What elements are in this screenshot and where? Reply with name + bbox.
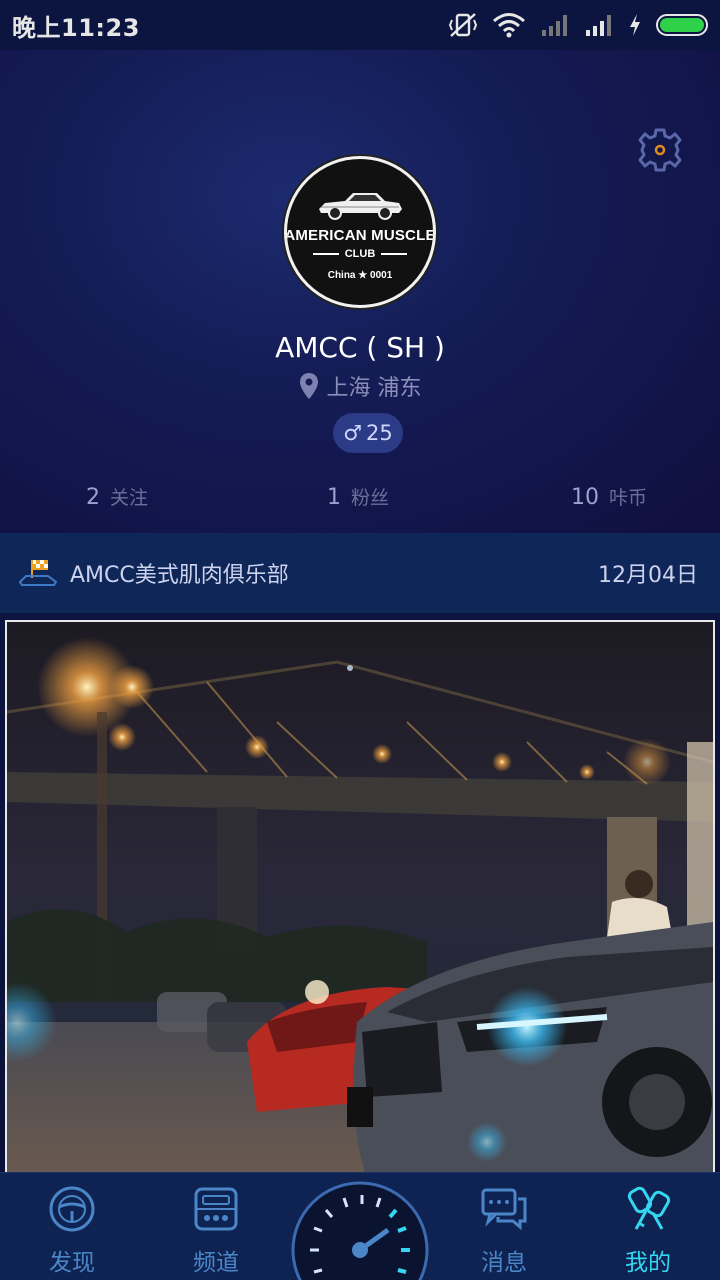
divider: [381, 253, 408, 255]
club-post-header[interactable]: AMCC美式肌肉俱乐部 12月04日: [0, 533, 720, 613]
location: 上海 浦东: [0, 370, 720, 402]
username: AMCC ( SH ): [275, 331, 445, 364]
radio-channel-icon: [194, 1187, 238, 1231]
gear-icon: [638, 128, 682, 172]
night-cars-photo: [7, 622, 713, 1178]
age-value: 25: [366, 421, 393, 445]
settings-button[interactable]: [636, 126, 684, 174]
battery-icon: [656, 14, 708, 36]
club-name: AMCC美式肌肉俱乐部: [70, 563, 289, 588]
profile-header: AMERICAN MUSCLE CLUB China ★ 0001 AMCC (…: [0, 50, 720, 533]
speedometer-button[interactable]: [290, 1180, 430, 1280]
male-icon: ♂: [343, 421, 363, 445]
divider: [312, 253, 339, 255]
status-time: 晚上11:23: [12, 13, 140, 42]
avatar-title: AMERICAN MUSCLE: [284, 227, 436, 244]
battery-level: [660, 18, 704, 32]
charging-icon: [628, 13, 642, 37]
vibrate-off-icon: [448, 12, 478, 38]
avatar-tagline: China ★ 0001: [327, 270, 393, 281]
location-text: 上海 浦东: [326, 376, 422, 401]
nav-messages[interactable]: 消息: [432, 1173, 576, 1280]
stat-followers-count: 1: [327, 485, 341, 510]
stat-followers[interactable]: 1 粉丝: [327, 483, 389, 510]
status-icons: [448, 12, 708, 38]
app-screen: 晚上11:23 AMERICAN MUSCLE CLUB China ★ 000…: [0, 0, 720, 1280]
avatar-subtitle: CLUB: [344, 248, 376, 260]
nav-channel[interactable]: 频道: [144, 1173, 288, 1280]
stat-coins-count: 10: [571, 485, 599, 510]
stat-following-count: 2: [86, 485, 100, 510]
chat-bubbles-icon: [481, 1188, 527, 1231]
stat-following[interactable]: 2 关注: [86, 483, 148, 510]
speedometer-icon: [291, 1181, 429, 1280]
stat-coins-label: 咔币: [609, 487, 648, 509]
nav-discover-label: 发现: [49, 1250, 95, 1276]
post-photo[interactable]: [5, 620, 715, 1180]
stat-following-label: 关注: [110, 487, 149, 509]
nav-messages-label: 消息: [481, 1250, 527, 1276]
gender-age-badge: ♂ 25: [333, 413, 403, 453]
club-avatar[interactable]: AMERICAN MUSCLE CLUB China ★ 0001: [284, 156, 436, 308]
signal-strength-icon: [584, 13, 614, 37]
stat-coins[interactable]: 10 咔币: [571, 483, 647, 510]
status-bar: 晚上11:23: [0, 0, 720, 50]
nav-mine[interactable]: 我的: [576, 1173, 720, 1280]
signal-empty-icon: [540, 13, 570, 37]
nav-discover[interactable]: 发现: [0, 1173, 144, 1280]
wifi-icon: [492, 12, 526, 38]
nav-channel-label: 频道: [193, 1250, 239, 1276]
location-pin-icon: [299, 373, 318, 399]
post-date: 12月04日: [598, 563, 698, 588]
muscle-car-logo-icon: [319, 193, 402, 220]
nav-mine-label: 我的: [625, 1250, 671, 1276]
racing-flag-car-icon: [18, 560, 58, 586]
profile-stats: 2 关注 1 粉丝 10 咔币: [0, 483, 720, 517]
car-key-icon: [627, 1186, 671, 1230]
steering-wheel-icon: [49, 1186, 95, 1232]
avatar-subtitle-row: CLUB: [312, 248, 408, 260]
stat-followers-label: 粉丝: [351, 487, 390, 509]
